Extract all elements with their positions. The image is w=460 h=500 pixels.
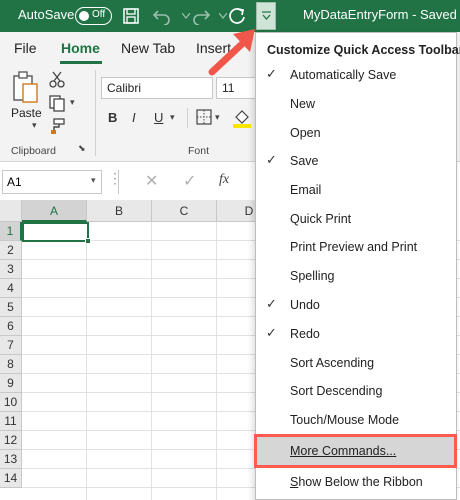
- menu-item-redo[interactable]: ✓ Redo: [256, 320, 456, 349]
- row-header-2[interactable]: 2: [0, 241, 22, 260]
- ribbon-separator: [187, 108, 188, 128]
- menu-item-automatically-save[interactable]: ✓ Automatically Save: [256, 61, 456, 90]
- menu-item-label: Sort Ascending: [290, 356, 375, 370]
- column-header-b[interactable]: B: [87, 200, 152, 222]
- tab-file[interactable]: File: [14, 40, 37, 56]
- paste-button-label[interactable]: Paste: [11, 106, 42, 120]
- menu-title: Customize Quick Access Toolbar: [267, 43, 460, 57]
- borders-dropdown-icon[interactable]: ▾: [215, 112, 220, 123]
- fill-color-icon[interactable]: [232, 107, 252, 134]
- check-icon: ✓: [266, 152, 277, 167]
- dialog-launcher-icon[interactable]: ⬊: [78, 143, 86, 154]
- menu-item-undo[interactable]: ✓ Undo: [256, 291, 456, 320]
- font-name-value: Calibri: [107, 81, 142, 95]
- row-header-13[interactable]: 13: [0, 450, 22, 469]
- menu-item-email[interactable]: Email: [256, 176, 456, 205]
- menu-item-new[interactable]: New: [256, 90, 456, 119]
- tab-home[interactable]: Home: [61, 40, 100, 56]
- menu-item-spelling[interactable]: Spelling: [256, 262, 456, 291]
- cancel-icon[interactable]: ✕: [145, 171, 158, 191]
- name-box-dropdown-icon[interactable]: ▾: [91, 175, 96, 186]
- check-icon: ✓: [266, 296, 277, 311]
- menu-item-show-below-ribbon[interactable]: Show Below the Ribbon: [256, 468, 456, 497]
- autosave-toggle[interactable]: Off: [75, 7, 112, 25]
- menu-item-save[interactable]: ✓ Save: [256, 147, 456, 176]
- active-cell-a1[interactable]: [22, 222, 91, 244]
- undo-icon[interactable]: [151, 5, 173, 27]
- row-header-1[interactable]: 1: [0, 222, 22, 241]
- font-name-combobox[interactable]: Calibri: [101, 77, 213, 99]
- menu-item-label: Spelling: [290, 269, 335, 283]
- menu-item-touch-mouse-mode[interactable]: Touch/Mouse Mode: [256, 406, 456, 435]
- menu-item-sort-ascending[interactable]: Sort Ascending: [256, 349, 456, 378]
- annotation-arrow-icon: [206, 24, 262, 78]
- borders-icon[interactable]: [196, 109, 212, 130]
- select-all-button[interactable]: [0, 200, 22, 222]
- name-box-value: A1: [7, 175, 22, 189]
- font-group-label: Font: [188, 145, 210, 157]
- menu-item-label: Open: [290, 126, 321, 140]
- row-header-4[interactable]: 4: [0, 279, 22, 298]
- menu-item-label: Show Below the Ribbon: [290, 475, 423, 489]
- tab-new-tab[interactable]: New Tab: [121, 40, 175, 56]
- underline-button[interactable]: U: [154, 110, 163, 125]
- menu-item-label: Undo: [290, 298, 320, 312]
- menu-item-label: Redo: [290, 327, 320, 341]
- row-header-3[interactable]: 3: [0, 260, 22, 279]
- underline-dropdown-icon[interactable]: ▾: [170, 112, 175, 123]
- customize-qat-menu: Customize Quick Access Toolbar ✓ Automati…: [255, 32, 460, 500]
- menu-item-label: Sort Descending: [290, 384, 383, 398]
- menu-item-label: Print Preview and Print: [290, 240, 418, 254]
- row-header-9[interactable]: 9: [0, 374, 22, 393]
- menu-item-label: Automatically Save: [290, 68, 397, 82]
- font-size-value: 11: [222, 81, 235, 95]
- enter-icon[interactable]: ✓: [183, 171, 196, 191]
- fill-handle[interactable]: [85, 238, 91, 244]
- menu-item-label: Email: [290, 183, 322, 197]
- customize-qat-dropdown-icon: [262, 11, 271, 20]
- paste-icon[interactable]: [10, 70, 40, 104]
- name-box[interactable]: A1: [2, 170, 102, 194]
- check-icon: ✓: [266, 325, 277, 340]
- menu-item-label: Touch/Mouse Mode: [290, 413, 400, 427]
- menu-item-label: Save: [290, 154, 319, 168]
- row-header-7[interactable]: 7: [0, 336, 22, 355]
- copy-icon[interactable]: [48, 94, 66, 117]
- active-tab-indicator: [60, 61, 102, 64]
- row-header-12[interactable]: 12: [0, 431, 22, 450]
- row-header-11[interactable]: 11: [0, 412, 22, 431]
- menu-item-quick-print[interactable]: Quick Print: [256, 205, 456, 234]
- row-header-10[interactable]: 10: [0, 393, 22, 412]
- annotation-highlight-box: [254, 434, 457, 468]
- row-header-6[interactable]: 6: [0, 317, 22, 336]
- formula-buttons: ✕ ✓ fx: [118, 170, 258, 194]
- column-header-a[interactable]: A: [22, 200, 87, 222]
- clipboard-group-label: Clipboard: [11, 145, 56, 157]
- row-header-5[interactable]: 5: [0, 298, 22, 317]
- ribbon-separator: [95, 70, 96, 156]
- copy-dropdown-icon[interactable]: ▾: [70, 97, 75, 108]
- font-size-combobox[interactable]: 11: [216, 77, 256, 99]
- row-header-14[interactable]: 14: [0, 469, 22, 488]
- menu-item-sort-descending[interactable]: Sort Descending: [256, 377, 456, 406]
- menu-item-open[interactable]: Open: [256, 119, 456, 148]
- insert-function-button[interactable]: fx: [219, 172, 229, 188]
- autosave-label: AutoSave: [18, 7, 75, 22]
- excel-window: AutoSave Off MyDataEntryForm - Saved Fil…: [0, 0, 460, 500]
- check-icon: ✓: [266, 66, 277, 81]
- toggle-knob: [79, 11, 89, 21]
- save-icon[interactable]: [120, 5, 142, 27]
- format-painter-icon[interactable]: [48, 117, 66, 140]
- menu-item-label: Quick Print: [290, 212, 352, 226]
- menu-item-print-preview[interactable]: Print Preview and Print: [256, 233, 456, 262]
- autosave-state: Off: [92, 9, 106, 20]
- column-header-c[interactable]: C: [152, 200, 217, 222]
- bold-button[interactable]: B: [108, 110, 117, 125]
- menu-item-label: New: [290, 97, 316, 111]
- paste-dropdown-icon[interactable]: ▾: [32, 120, 37, 131]
- italic-button[interactable]: I: [132, 110, 136, 125]
- row-header-8[interactable]: 8: [0, 355, 22, 374]
- cut-icon[interactable]: [48, 70, 66, 93]
- document-title: MyDataEntryForm - Saved: [303, 7, 457, 22]
